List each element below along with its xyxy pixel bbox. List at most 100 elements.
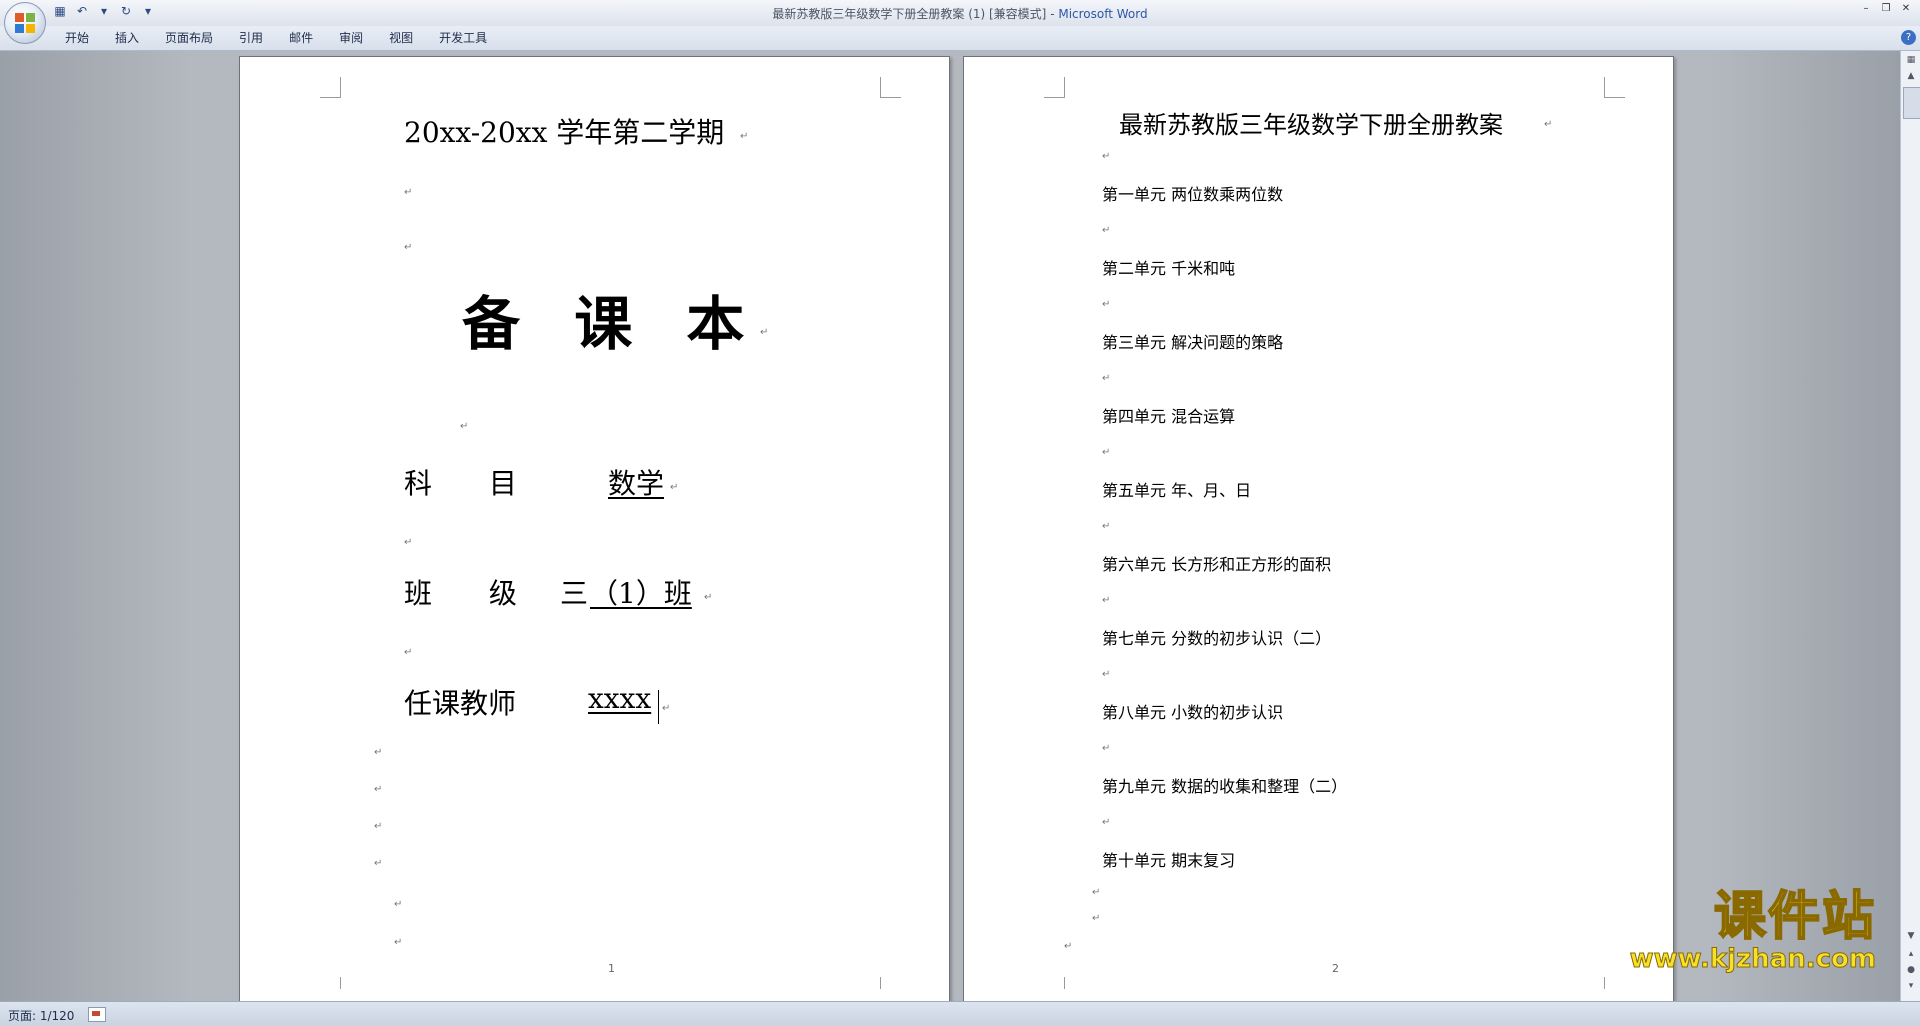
next-page-icon[interactable]: ▾ [1903, 979, 1919, 993]
margin-mark [880, 977, 901, 989]
subject-value: 数学 [608, 467, 665, 500]
teacher-label: 任课教师 [404, 687, 517, 720]
previous-page-icon[interactable]: ▴ [1903, 947, 1919, 961]
paragraph-mark-icon: ↵ [1092, 887, 1101, 898]
title-bar: ▦ ↶ ▾ ↻ ▾ 最新苏教版三年级数学下册全册教案 (1) [兼容模式] - … [0, 0, 1920, 27]
tab-mailings[interactable]: 邮件 [276, 26, 326, 50]
paragraph-mark-icon: ↵ [1092, 913, 1101, 924]
ribbon-tabs: 开始 插入 页面布局 引用 邮件 审阅 视图 开发工具 [52, 26, 500, 50]
watermark-logo: 课件站 www.kjzhan.com [1629, 887, 1876, 974]
paragraph-mark-icon: ↵ [374, 821, 383, 832]
status-bar: 页面: 1/120 [0, 1001, 1920, 1026]
document-canvas[interactable]: 20xx-20xx 学年第二学期 ↵ ↵ ↵ 备 课 本 ↵ ↵ 科 目 数学 … [0, 51, 1900, 1001]
page-1[interactable]: 20xx-20xx 学年第二学期 ↵ ↵ ↵ 备 课 本 ↵ ↵ 科 目 数学 … [239, 56, 950, 1001]
watermark-url: www.kjzhan.com [1629, 944, 1876, 974]
restore-icon[interactable]: ❐ [1878, 2, 1894, 16]
tab-home[interactable]: 开始 [52, 26, 102, 50]
text-cursor [658, 690, 659, 724]
toc-title: 最新苏教版三年级数学下册全册教案 [1119, 111, 1503, 139]
paragraph-mark-icon: ↵ [1102, 669, 1111, 680]
paragraph-mark-icon: ↵ [704, 592, 713, 603]
toc-item: 第三单元 解决问题的策略 [1102, 333, 1284, 352]
tab-references[interactable]: 引用 [226, 26, 276, 50]
toc-item: 第一单元 两位数乘两位数 [1102, 185, 1284, 204]
paragraph-mark-icon: ↵ [662, 703, 671, 714]
class-label: 班 级 [404, 577, 517, 610]
margin-mark [1604, 77, 1625, 98]
page-2[interactable]: 最新苏教版三年级数学下册全册教案 ↵ ↵ 第一单元 两位数乘两位数 ↵ 第二单元… [963, 56, 1674, 1001]
vertical-scrollbar[interactable]: ▦ ▲ ▼ ▴ ● ▾ [1900, 51, 1920, 1001]
tab-developer[interactable]: 开发工具 [426, 26, 500, 50]
paragraph-mark-icon: ↵ [460, 421, 469, 432]
toc-item: 第九单元 数据的收集和整理（二） [1102, 777, 1348, 796]
tab-page-layout[interactable]: 页面布局 [152, 26, 226, 50]
toc-item: 第五单元 年、月、日 [1102, 481, 1252, 500]
tab-review[interactable]: 审阅 [326, 26, 376, 50]
paragraph-mark-icon: ↵ [1102, 299, 1111, 310]
window-title: 最新苏教版三年级数学下册全册教案 (1) [兼容模式] - Microsoft … [0, 5, 1920, 22]
minimize-icon[interactable]: – [1858, 2, 1874, 16]
paragraph-mark-icon: ↵ [670, 482, 679, 493]
document-title: 最新苏教版三年级数学下册全册教案 (1) [兼容模式] [772, 7, 1047, 21]
title-separator: - [1046, 7, 1059, 21]
page-count-status[interactable]: 页面: 1/120 [8, 1007, 74, 1024]
paragraph-mark-icon: ↵ [760, 327, 769, 338]
class-value-prefix: 三 [560, 577, 589, 610]
toc-item: 第二单元 千米和吨 [1102, 259, 1236, 278]
class-value: （1）班 [590, 577, 692, 610]
toc-item: 第四单元 混合运算 [1102, 407, 1236, 426]
paragraph-mark-icon: ↵ [404, 647, 413, 658]
tab-view[interactable]: 视图 [376, 26, 426, 50]
scroll-down-icon[interactable]: ▼ [1903, 929, 1919, 943]
select-browse-object-icon[interactable]: ● [1903, 963, 1919, 977]
paragraph-mark-icon: ↵ [1102, 817, 1111, 828]
tab-insert[interactable]: 插入 [102, 26, 152, 50]
subject-label: 科 目 [404, 467, 517, 500]
paragraph-mark-icon: ↵ [1102, 595, 1111, 606]
proofing-icon[interactable] [88, 1007, 106, 1022]
paragraph-mark-icon: ↵ [1102, 521, 1111, 532]
page-number: 2 [1332, 962, 1339, 975]
app-name: Microsoft Word [1058, 7, 1148, 21]
toc-item: 第七单元 分数的初步认识（二） [1102, 629, 1332, 648]
paragraph-mark-icon: ↵ [1102, 225, 1111, 236]
year-line: 20xx-20xx 学年第二学期 [404, 116, 725, 149]
paragraph-mark-icon: ↵ [394, 937, 403, 948]
margin-mark [320, 977, 341, 989]
paragraph-mark-icon: ↵ [404, 242, 413, 253]
paragraph-mark-icon: ↵ [1102, 447, 1111, 458]
ribbon: 开始 插入 页面布局 引用 邮件 审阅 视图 开发工具 ? [0, 26, 1920, 51]
paragraph-mark-icon: ↵ [374, 747, 383, 758]
paragraph-mark-icon: ↵ [740, 131, 749, 142]
paragraph-mark-icon: ↵ [374, 784, 383, 795]
paragraph-mark-icon: ↵ [404, 537, 413, 548]
help-icon[interactable]: ? [1901, 30, 1916, 45]
watermark-brand: 课件站 [1713, 887, 1876, 947]
window-controls: – ❐ ✕ [1858, 2, 1914, 16]
close-icon[interactable]: ✕ [1898, 2, 1914, 16]
margin-mark [1044, 977, 1065, 989]
scroll-up-icon[interactable]: ▲ [1903, 69, 1919, 83]
paragraph-mark-icon: ↵ [1064, 941, 1073, 952]
toc-item: 第十单元 期末复习 [1102, 851, 1236, 870]
paragraph-mark-icon: ↵ [1544, 119, 1553, 130]
paragraph-mark-icon: ↵ [404, 187, 413, 198]
margin-mark [880, 77, 901, 98]
office-button[interactable] [4, 2, 46, 44]
paragraph-mark-icon: ↵ [394, 899, 403, 910]
paragraph-mark-icon: ↵ [1102, 743, 1111, 754]
scroll-thumb[interactable] [1903, 87, 1920, 119]
office-logo-icon [15, 13, 35, 33]
margin-mark [1044, 77, 1065, 98]
paragraph-mark-icon: ↵ [374, 858, 383, 869]
teacher-value: xxxx [588, 682, 652, 715]
paragraph-mark-icon: ↵ [1102, 373, 1111, 384]
toc-item: 第六单元 长方形和正方形的面积 [1102, 555, 1332, 574]
toc-item: 第八单元 小数的初步认识 [1102, 703, 1284, 722]
page-number: 1 [608, 962, 615, 975]
margin-mark [320, 77, 341, 98]
ruler-toggle-icon[interactable]: ▦ [1903, 53, 1919, 67]
margin-mark [1604, 977, 1625, 989]
big-title: 备 课 本 [462, 290, 745, 358]
paragraph-mark-icon: ↵ [1102, 151, 1111, 162]
